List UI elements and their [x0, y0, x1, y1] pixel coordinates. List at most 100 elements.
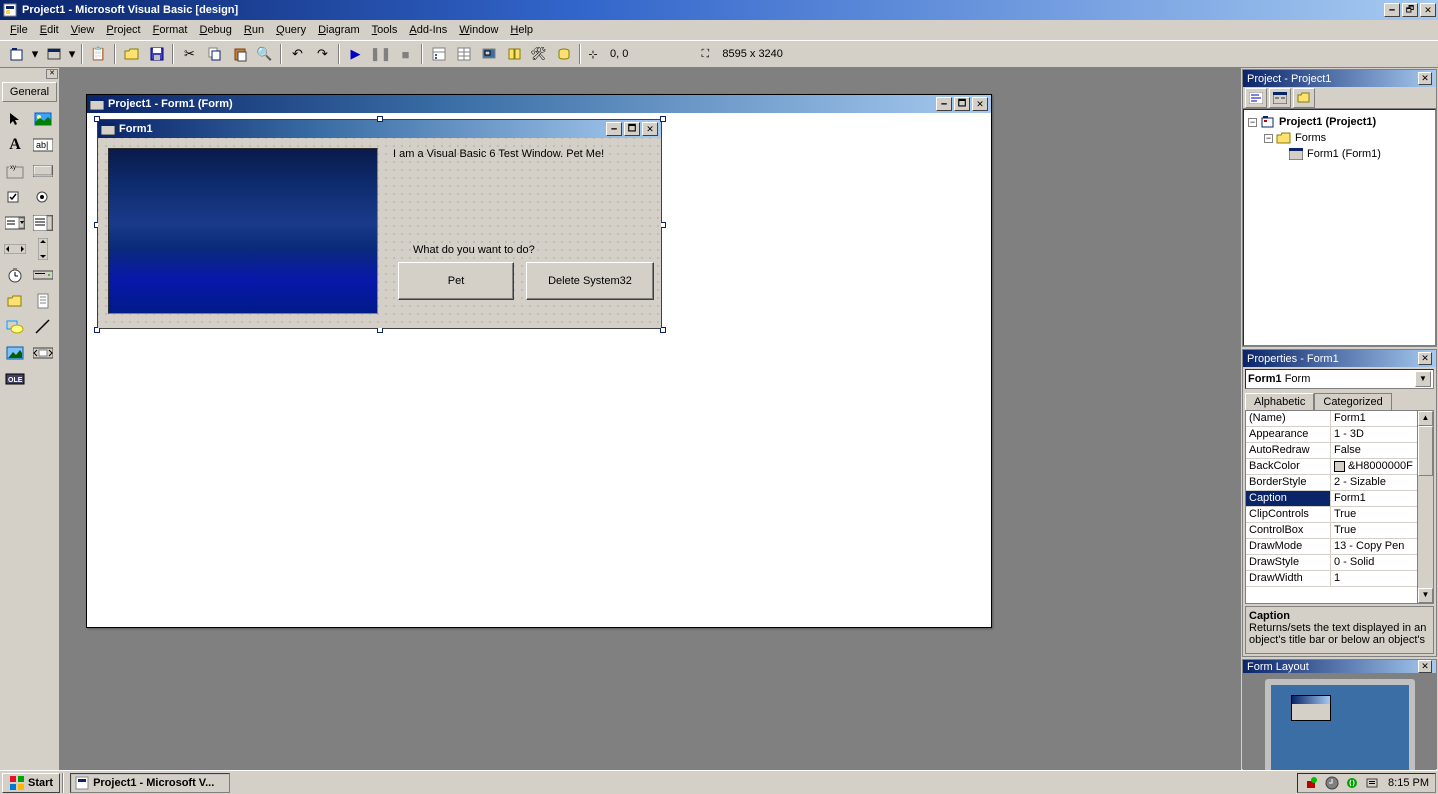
- scroll-thumb[interactable]: [1418, 426, 1433, 476]
- pointer-tool[interactable]: [2, 106, 28, 132]
- commandbutton-tool[interactable]: [30, 158, 56, 184]
- tray-icon-1[interactable]: [1304, 775, 1320, 791]
- app-minimize-button[interactable]: 🗕: [1384, 3, 1400, 17]
- form-close-button[interactable]: ✕: [642, 122, 658, 136]
- break-button[interactable]: ❚❚: [369, 43, 392, 65]
- property-row-backcolor[interactable]: BackColor&H8000000F: [1246, 459, 1417, 475]
- start-run-button[interactable]: ▶: [344, 43, 367, 65]
- hscrollbar-tool[interactable]: [2, 236, 28, 262]
- form1-tree-item[interactable]: Form1 (Form1): [1307, 148, 1381, 160]
- filelistbox-tool[interactable]: [30, 288, 56, 314]
- add-project-dropdown[interactable]: ▾: [30, 43, 40, 65]
- property-value[interactable]: True: [1331, 507, 1417, 522]
- listbox-tool[interactable]: [30, 210, 56, 236]
- menu-editor-button[interactable]: 📋: [87, 43, 110, 65]
- properties-scrollbar[interactable]: ▲ ▼: [1417, 411, 1433, 603]
- label1-control[interactable]: I am a Visual Basic 6 Test Window. Pet M…: [393, 148, 604, 160]
- data-tool[interactable]: [30, 340, 56, 366]
- end-stop-button[interactable]: ■: [394, 43, 417, 65]
- mini-form-preview[interactable]: ⠀: [1291, 695, 1331, 721]
- label2-control[interactable]: What do you want to do?: [413, 244, 535, 256]
- property-row-drawwidth[interactable]: DrawWidth1: [1246, 571, 1417, 587]
- tab-alphabetic[interactable]: Alphabetic: [1245, 393, 1314, 410]
- pet-button[interactable]: Pet: [398, 262, 514, 300]
- tree-collapse-icon[interactable]: −: [1248, 118, 1257, 127]
- taskbar-app-button[interactable]: Project1 - Microsoft V...: [70, 773, 230, 793]
- add-form-dropdown[interactable]: ▾: [67, 43, 77, 65]
- toggle-folders-button[interactable]: [1293, 88, 1315, 108]
- property-row-drawmode[interactable]: DrawMode13 - Copy Pen: [1246, 539, 1417, 555]
- property-row-caption[interactable]: CaptionForm1: [1246, 491, 1417, 507]
- property-value[interactable]: &H8000000F: [1331, 459, 1417, 474]
- app-close-button[interactable]: ✕: [1420, 3, 1436, 17]
- tray-icon-4[interactable]: [1364, 775, 1380, 791]
- optionbutton-tool[interactable]: [30, 184, 56, 210]
- properties-grid[interactable]: (Name)Form1Appearance1 - 3DAutoRedrawFal…: [1246, 411, 1417, 603]
- form-layout-close-button[interactable]: ✕: [1418, 660, 1432, 673]
- monitor-preview[interactable]: ⠀: [1265, 679, 1415, 779]
- properties-close-button[interactable]: ✕: [1418, 352, 1432, 365]
- property-value[interactable]: False: [1331, 443, 1417, 458]
- picturebox-tool[interactable]: [30, 106, 56, 132]
- menu-window[interactable]: Window: [453, 22, 504, 38]
- image-tool[interactable]: [2, 340, 28, 366]
- property-value[interactable]: Form1: [1331, 491, 1417, 506]
- add-project-button[interactable]: [5, 43, 28, 65]
- object-selector-combo[interactable]: Form1 Form ▼: [1245, 369, 1434, 389]
- property-value[interactable]: 0 - Solid: [1331, 555, 1417, 570]
- menu-edit[interactable]: Edit: [34, 22, 65, 38]
- project-tree[interactable]: − Project1 (Project1) − Forms Form1 (For…: [1243, 109, 1436, 346]
- menu-view[interactable]: View: [65, 22, 101, 38]
- menu-project[interactable]: Project: [100, 22, 146, 38]
- timer-tool[interactable]: [2, 262, 28, 288]
- property-value[interactable]: 13 - Copy Pen: [1331, 539, 1417, 554]
- combobox-tool[interactable]: [2, 210, 28, 236]
- project-explorer-close-button[interactable]: ✕: [1418, 72, 1432, 85]
- menu-debug[interactable]: Debug: [193, 22, 237, 38]
- property-row-clipcontrols[interactable]: ClipControlsTrue: [1246, 507, 1417, 523]
- forms-folder-label[interactable]: Forms: [1295, 132, 1326, 144]
- designer-minimize-button[interactable]: 🗕: [936, 97, 952, 111]
- tree-collapse-icon[interactable]: −: [1264, 134, 1273, 143]
- property-row-controlbox[interactable]: ControlBoxTrue: [1246, 523, 1417, 539]
- save-project-button[interactable]: [145, 43, 168, 65]
- menu-diagram[interactable]: Diagram: [312, 22, 366, 38]
- toolbox-tab-general[interactable]: General: [2, 82, 57, 102]
- add-form-button[interactable]: [42, 43, 65, 65]
- toolbox-close-button[interactable]: ✕: [46, 69, 58, 79]
- property-value[interactable]: True: [1331, 523, 1417, 538]
- view-code-button[interactable]: [1245, 88, 1267, 108]
- property-row-drawstyle[interactable]: DrawStyle0 - Solid: [1246, 555, 1417, 571]
- textbox-tool[interactable]: ab|: [30, 132, 56, 158]
- properties-window-button[interactable]: [452, 43, 475, 65]
- tray-clock[interactable]: 8:15 PM: [1388, 777, 1429, 789]
- label-tool[interactable]: A: [2, 132, 28, 158]
- copy-button[interactable]: [203, 43, 226, 65]
- paste-button[interactable]: [228, 43, 251, 65]
- picturebox-control[interactable]: [108, 148, 378, 314]
- tray-icon-2[interactable]: [1324, 775, 1340, 791]
- property-row-autoredraw[interactable]: AutoRedrawFalse: [1246, 443, 1417, 459]
- checkbox-tool[interactable]: [2, 184, 28, 210]
- cut-button[interactable]: ✂: [178, 43, 201, 65]
- designer-close-button[interactable]: ✕: [972, 97, 988, 111]
- app-restore-button[interactable]: 🗗: [1402, 3, 1418, 17]
- menu-format[interactable]: Format: [147, 22, 194, 38]
- delete-system32-button[interactable]: Delete System32: [526, 262, 654, 300]
- menu-file[interactable]: File: [4, 22, 34, 38]
- property-value[interactable]: 1 - 3D: [1331, 427, 1417, 442]
- form-maximize-button[interactable]: 🗖: [624, 122, 640, 136]
- project-root-label[interactable]: Project1 (Project1): [1279, 116, 1376, 128]
- menu-tools[interactable]: Tools: [366, 22, 404, 38]
- view-object-button[interactable]: [1269, 88, 1291, 108]
- vscrollbar-tool[interactable]: [30, 236, 56, 262]
- designer-maximize-button[interactable]: 🗖: [954, 97, 970, 111]
- menu-query[interactable]: Query: [270, 22, 312, 38]
- property-row-borderstyle[interactable]: BorderStyle2 - Sizable: [1246, 475, 1417, 491]
- dirlistbox-tool[interactable]: [2, 288, 28, 314]
- property-row-appearance[interactable]: Appearance1 - 3D: [1246, 427, 1417, 443]
- ole-tool[interactable]: OLE: [2, 366, 28, 392]
- drivelistbox-tool[interactable]: [30, 262, 56, 288]
- object-selector-dropdown[interactable]: ▼: [1415, 371, 1431, 387]
- scroll-up-button[interactable]: ▲: [1418, 411, 1433, 426]
